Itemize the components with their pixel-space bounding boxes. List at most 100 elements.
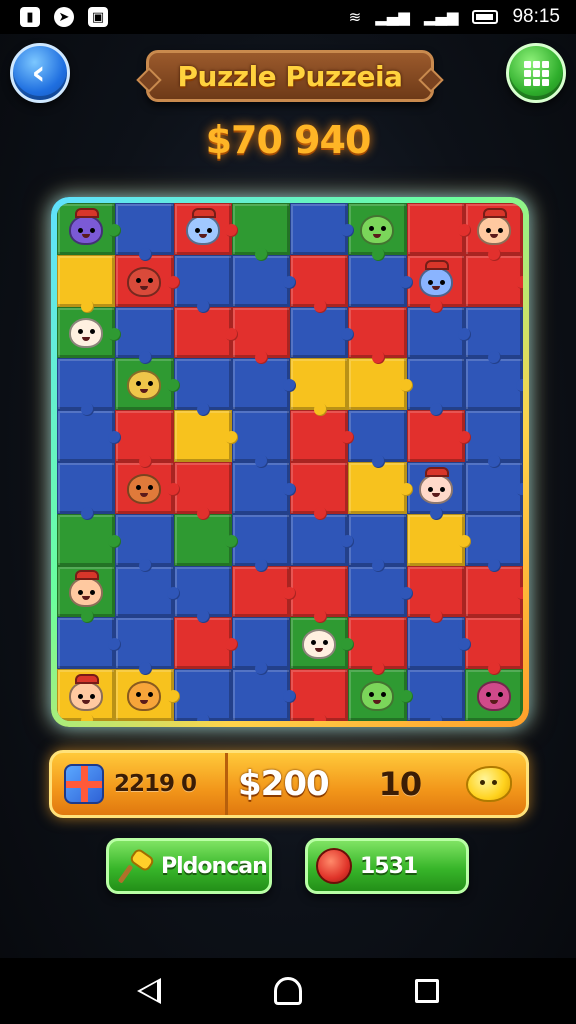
puzzle-piece[interactable] bbox=[115, 617, 174, 675]
puzzle-piece[interactable] bbox=[464, 410, 523, 468]
puzzle-piece[interactable] bbox=[57, 669, 116, 721]
puzzle-piece[interactable] bbox=[348, 358, 413, 411]
puzzle-piece[interactable] bbox=[406, 306, 472, 359]
puzzle-piece[interactable] bbox=[348, 669, 413, 721]
puzzle-piece[interactable] bbox=[231, 254, 297, 307]
puzzle-piece[interactable] bbox=[464, 669, 523, 721]
puzzle-piece[interactable] bbox=[290, 254, 349, 313]
hat-icon bbox=[191, 207, 216, 218]
puzzle-piece[interactable] bbox=[348, 617, 407, 675]
puzzle-piece[interactable] bbox=[348, 565, 413, 618]
character-icon bbox=[69, 207, 104, 245]
puzzle-piece[interactable] bbox=[231, 358, 297, 411]
puzzle-piece[interactable] bbox=[173, 254, 232, 313]
puzzle-piece[interactable] bbox=[290, 617, 355, 670]
puzzle-piece[interactable] bbox=[115, 358, 180, 411]
character-icon bbox=[302, 629, 337, 660]
nav-back-icon[interactable] bbox=[136, 978, 161, 1004]
puzzle-piece[interactable] bbox=[173, 306, 239, 359]
puzzle-piece[interactable] bbox=[57, 203, 122, 255]
puzzle-piece[interactable] bbox=[115, 565, 180, 618]
puzzle-piece[interactable] bbox=[406, 358, 465, 416]
puzzle-piece[interactable] bbox=[464, 203, 523, 261]
puzzle-piece[interactable] bbox=[231, 513, 290, 572]
puzzle-piece[interactable] bbox=[406, 461, 465, 520]
hammer-button[interactable]: Pldoncan bbox=[106, 838, 272, 894]
character-icon bbox=[418, 259, 453, 297]
puzzle-piece[interactable] bbox=[348, 306, 407, 365]
puzzle-piece[interactable] bbox=[57, 306, 122, 359]
puzzle-piece[interactable] bbox=[348, 203, 407, 261]
puzzle-piece[interactable] bbox=[173, 617, 239, 670]
puzzle-piece[interactable] bbox=[290, 461, 349, 520]
puzzle-piece[interactable] bbox=[406, 565, 465, 624]
grid-menu-icon bbox=[523, 60, 549, 86]
puzzle-piece[interactable] bbox=[115, 461, 180, 514]
gift-stat[interactable]: 2219 0 bbox=[52, 753, 228, 815]
puzzle-piece[interactable] bbox=[57, 358, 116, 416]
puzzle-piece[interactable] bbox=[290, 203, 355, 255]
puzzle-piece[interactable] bbox=[57, 617, 122, 670]
puzzle-piece[interactable] bbox=[406, 669, 465, 721]
puzzle-piece[interactable] bbox=[348, 254, 413, 307]
menu-button[interactable] bbox=[506, 43, 566, 103]
puzzle-piece[interactable] bbox=[406, 254, 465, 313]
puzzle-piece[interactable] bbox=[231, 461, 297, 514]
puzzle-piece[interactable] bbox=[115, 410, 174, 468]
bomb-button[interactable]: 1531 bbox=[305, 838, 469, 894]
puzzle-piece[interactable] bbox=[348, 410, 407, 468]
puzzle-piece[interactable] bbox=[464, 617, 523, 675]
puzzle-piece[interactable] bbox=[115, 306, 174, 365]
puzzle-piece[interactable] bbox=[348, 513, 407, 572]
puzzle-piece[interactable] bbox=[290, 513, 355, 566]
puzzle-piece[interactable] bbox=[231, 565, 297, 618]
puzzle-piece[interactable] bbox=[290, 358, 349, 416]
puzzle-piece[interactable] bbox=[406, 410, 472, 462]
character-icon bbox=[476, 207, 511, 245]
back-button[interactable]: ‹ bbox=[10, 43, 70, 103]
puzzle-piece[interactable] bbox=[115, 203, 174, 261]
puzzle-piece[interactable] bbox=[115, 669, 180, 721]
puzzle-piece[interactable] bbox=[173, 410, 239, 462]
puzzle-piece[interactable] bbox=[115, 513, 174, 572]
puzzle-piece[interactable] bbox=[290, 410, 355, 462]
puzzle-piece[interactable] bbox=[173, 565, 232, 624]
puzzle-piece[interactable] bbox=[406, 203, 472, 255]
puzzle-piece[interactable] bbox=[173, 669, 232, 721]
puzzle-piece[interactable] bbox=[464, 306, 523, 365]
puzzle-piece[interactable] bbox=[464, 565, 523, 618]
puzzle-piece[interactable] bbox=[231, 617, 290, 675]
puzzle-piece[interactable] bbox=[231, 203, 290, 261]
puzzle-piece[interactable] bbox=[57, 513, 122, 566]
puzzle-piece[interactable] bbox=[231, 669, 297, 721]
puzzle-piece[interactable] bbox=[57, 410, 122, 462]
puzzle-piece[interactable] bbox=[464, 513, 523, 572]
puzzle-piece[interactable] bbox=[464, 358, 523, 411]
puzzle-piece[interactable] bbox=[173, 513, 239, 566]
puzzle-piece[interactable] bbox=[57, 461, 116, 520]
puzzle-piece[interactable] bbox=[173, 461, 232, 520]
puzzle-piece[interactable] bbox=[406, 513, 472, 566]
puzzle-piece[interactable] bbox=[290, 669, 349, 721]
puzzle-piece[interactable] bbox=[290, 565, 349, 624]
nav-recents-icon[interactable] bbox=[415, 979, 440, 1003]
puzzle-piece[interactable] bbox=[348, 461, 413, 514]
bomb-icon bbox=[316, 848, 352, 884]
puzzle-piece[interactable] bbox=[464, 461, 523, 514]
signal-icon: ▂▄▆ bbox=[375, 8, 410, 26]
puzzle-piece[interactable] bbox=[173, 358, 232, 416]
puzzle-piece[interactable] bbox=[231, 410, 290, 468]
puzzle-board[interactable] bbox=[57, 203, 523, 721]
puzzle-piece[interactable] bbox=[231, 306, 290, 365]
puzzle-piece[interactable] bbox=[290, 306, 355, 359]
nav-home-icon[interactable] bbox=[273, 977, 302, 1005]
puzzle-piece[interactable] bbox=[57, 565, 116, 624]
puzzle-piece[interactable] bbox=[464, 254, 523, 307]
puzzle-piece[interactable] bbox=[115, 254, 180, 307]
puzzle-piece[interactable] bbox=[173, 203, 239, 255]
status-bar: ▮ ➤ ▣ ≋ ▂▄▆ ▂▄▆ 98:15 bbox=[0, 0, 576, 34]
puzzle-piece[interactable] bbox=[57, 254, 116, 313]
score-display: $70 940 bbox=[205, 118, 372, 162]
yellow-blob-icon[interactable] bbox=[466, 766, 512, 802]
puzzle-piece[interactable] bbox=[406, 617, 472, 670]
